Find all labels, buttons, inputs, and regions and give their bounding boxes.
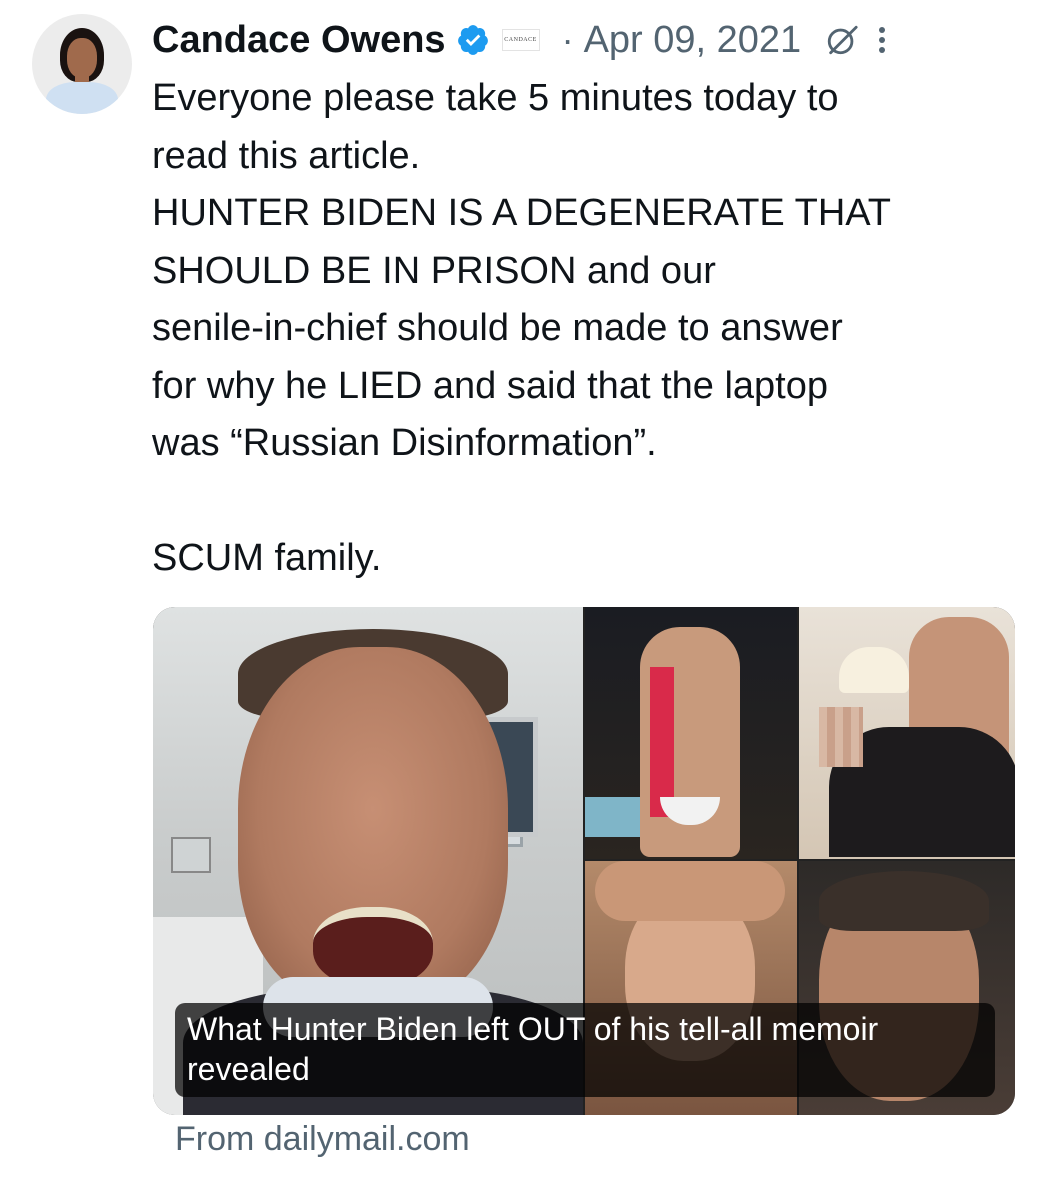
tweet-header: Candace Owens CANDACE · Apr 09, 2021 — [152, 14, 887, 66]
tweet: Candace Owens CANDACE · Apr 09, 2021 Eve… — [0, 0, 1046, 1200]
avatar[interactable] — [32, 14, 132, 114]
link-card-source[interactable]: From dailymail.com — [175, 1120, 470, 1159]
post-date[interactable]: Apr 09, 2021 — [584, 19, 802, 62]
affiliate-badge[interactable]: CANDACE — [501, 29, 540, 51]
more-vertical-icon[interactable] — [877, 23, 887, 57]
separator-dot: · — [561, 19, 574, 60]
post-text: Everyone please take 5 minutes today to … — [152, 77, 892, 579]
grok-icon[interactable] — [825, 23, 859, 57]
link-card[interactable]: What Hunter Biden left OUT of his tell-a… — [153, 607, 1015, 1115]
author-name[interactable]: Candace Owens — [152, 19, 446, 62]
card-image-top-right — [799, 607, 1015, 859]
link-card-title[interactable]: What Hunter Biden left OUT of his tell-a… — [175, 1003, 995, 1097]
card-image-top-middle — [585, 607, 797, 859]
verified-badge-icon — [457, 25, 488, 55]
